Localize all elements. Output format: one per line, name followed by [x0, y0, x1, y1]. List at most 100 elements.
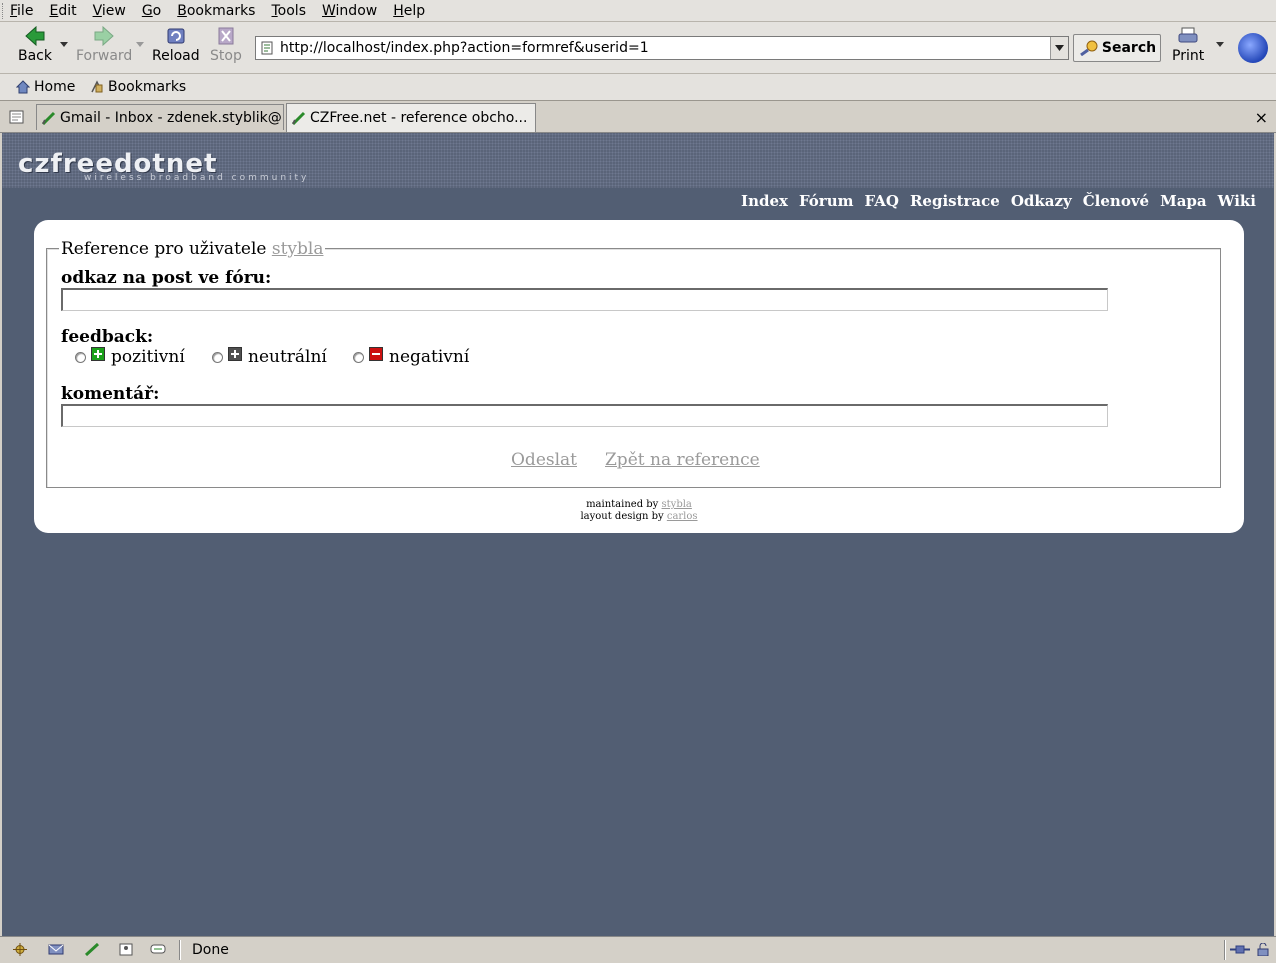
reload-label: Reload [152, 48, 200, 64]
online-status-icon[interactable] [1230, 943, 1250, 956]
close-tab-icon[interactable]: × [1255, 108, 1268, 127]
designer-link[interactable]: carlos [667, 511, 698, 522]
stop-label: Stop [210, 48, 242, 64]
menubar-grip [2, 3, 7, 19]
nav-odkazy[interactable]: Odkazy [1011, 192, 1072, 210]
print-button[interactable]: Print [1172, 26, 1204, 64]
neutral-radio[interactable] [212, 351, 223, 363]
forward-arrow-icon [94, 26, 114, 46]
nav-wiki[interactable]: Wiki [1218, 192, 1256, 210]
print-label: Print [1172, 48, 1205, 64]
post-link-input[interactable] [61, 288, 1108, 311]
chat-icon[interactable] [150, 943, 166, 956]
mail-icon[interactable] [48, 943, 64, 956]
throbber-icon[interactable] [1238, 33, 1268, 63]
negative-label: negativní [389, 347, 470, 367]
tab-label: Gmail - Inbox - zdenek.styblik@... [60, 109, 284, 126]
legend-user-link[interactable]: stybla [272, 239, 324, 259]
home-button[interactable]: Home [16, 79, 75, 95]
printer-icon [1178, 27, 1198, 43]
menu-file[interactable]: File [10, 3, 33, 19]
negative-radio[interactable] [353, 351, 364, 363]
tab-label: CZFree.net - reference obcho... [310, 110, 528, 126]
site-header: czfreedotnet wireless broadband communit… [2, 133, 1274, 188]
maintained-prefix: maintained by [586, 499, 659, 510]
comment-input[interactable] [61, 404, 1108, 427]
print-dropdown[interactable] [1216, 42, 1224, 47]
personal-toolbar: Home Bookmarks [0, 74, 1276, 101]
tab-page-icon [41, 111, 56, 125]
feedback-label: feedback: [61, 327, 154, 347]
forward-button[interactable]: Forward [76, 26, 132, 64]
feedback-positive-option[interactable]: pozitivní [75, 347, 185, 367]
forward-label: Forward [76, 48, 133, 64]
layout-design-by: layout design by carlos [34, 511, 1244, 522]
forward-history-dropdown[interactable] [136, 42, 144, 47]
tab-page-icon [291, 111, 306, 125]
plus-icon [91, 347, 105, 361]
nav-mapa[interactable]: Mapa [1160, 192, 1207, 210]
page-icon [261, 41, 273, 55]
new-tab-icon[interactable] [9, 109, 25, 125]
menu-help[interactable]: Help [393, 3, 425, 19]
back-label: Back [18, 48, 52, 64]
menu-view[interactable]: View [93, 3, 126, 19]
search-button[interactable]: Search [1073, 34, 1161, 62]
home-icon [16, 80, 30, 94]
nav-index[interactable]: Index [741, 192, 788, 210]
chevron-down-icon [1055, 45, 1064, 51]
fieldset-legend: Reference pro uživatele stybla [59, 239, 326, 259]
status-text: Done [192, 942, 229, 958]
menu-go[interactable]: Go [142, 3, 161, 19]
stop-button[interactable]: Stop [210, 26, 242, 64]
layout-prefix: layout design by [580, 511, 664, 522]
reload-icon [167, 28, 185, 44]
menu-window[interactable]: Window [322, 3, 377, 19]
logo-tagline: wireless broadband community [84, 173, 310, 183]
back-arrow-icon [25, 26, 45, 46]
positive-radio[interactable] [75, 351, 86, 363]
site-logo[interactable]: czfreedotnet wireless broadband communit… [18, 151, 306, 183]
bookmarks-icon [91, 80, 103, 93]
navigation-toolbar: Back Forward Reload Stop http://localhos… [0, 22, 1276, 74]
feedback-neutral-option[interactable]: neutrální [212, 347, 327, 367]
bookmarks-label: Bookmarks [108, 79, 187, 95]
stop-icon [218, 27, 234, 45]
nav-clenove[interactable]: Členové [1083, 192, 1149, 210]
back-button[interactable]: Back [18, 26, 52, 64]
url-bar[interactable]: http://localhost/index.php?action=formre… [255, 36, 1069, 60]
positive-label: pozitivní [111, 347, 185, 367]
nav-faq[interactable]: FAQ [864, 192, 898, 210]
menu-bookmarks[interactable]: Bookmarks [177, 3, 255, 19]
feedback-negative-option[interactable]: negativní [353, 347, 469, 367]
url-history-dropdown[interactable] [1050, 37, 1068, 59]
menu-edit[interactable]: Edit [49, 3, 76, 19]
home-label: Home [34, 79, 76, 95]
submit-link[interactable]: Odeslat [511, 450, 577, 470]
menu-tools[interactable]: Tools [271, 3, 306, 19]
status-separator [1224, 940, 1226, 960]
navigator-icon[interactable] [12, 943, 28, 956]
bookmarks-button[interactable]: Bookmarks [90, 79, 186, 95]
page-viewport: czfreedotnet wireless broadband communit… [2, 133, 1274, 936]
post-link-label: odkaz na post ve fóru: [61, 268, 272, 288]
maintainer-link[interactable]: stybla [662, 499, 692, 510]
menu-bar: File Edit View Go Bookmarks Tools Window… [0, 0, 1276, 22]
tab-czfree[interactable]: CZFree.net - reference obcho... [286, 103, 536, 132]
security-lock-icon[interactable] [1256, 943, 1270, 956]
search-icon [1080, 40, 1098, 56]
nav-forum[interactable]: Fórum [799, 192, 854, 210]
tab-gmail[interactable]: Gmail - Inbox - zdenek.styblik@... [36, 104, 284, 130]
minus-icon [369, 347, 383, 361]
status-separator [179, 940, 181, 960]
url-text[interactable]: http://localhost/index.php?action=formre… [280, 40, 1050, 56]
legend-text: Reference pro uživatele [61, 239, 267, 259]
composer-icon[interactable] [84, 943, 100, 956]
address-book-icon[interactable] [118, 943, 134, 956]
reload-button[interactable]: Reload [152, 26, 200, 64]
back-history-dropdown[interactable] [60, 42, 68, 47]
plus-icon [228, 347, 242, 361]
back-to-references-link[interactable]: Zpět na reference [605, 450, 760, 470]
nav-registrace[interactable]: Registrace [910, 192, 1000, 210]
status-bar: Done [0, 936, 1276, 963]
